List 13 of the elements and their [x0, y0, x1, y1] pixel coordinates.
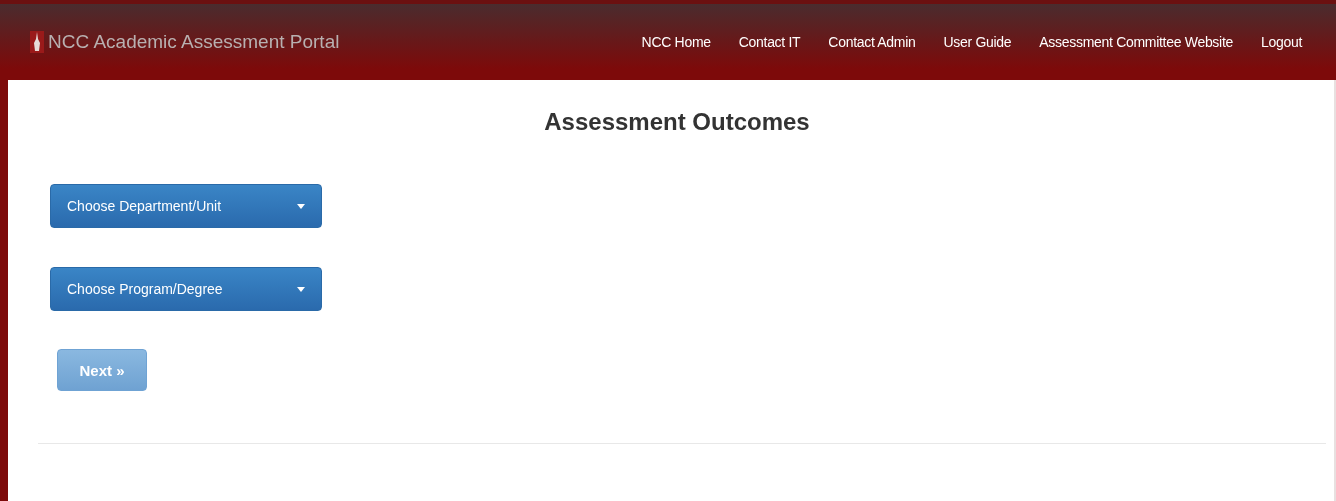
nav-link[interactable]: Contact IT [724, 26, 815, 58]
nav-link[interactable]: User Guide [929, 26, 1026, 58]
brand-link[interactable]: NCC Academic Assessment Portal [30, 31, 340, 53]
nav-link[interactable]: NCC Home [627, 26, 725, 58]
nav-link[interactable]: Contact Admin [814, 26, 930, 58]
dropdown-button[interactable]: Choose Program/Degree [50, 267, 322, 311]
nav-link[interactable]: Logout [1246, 26, 1316, 58]
caret-icon [297, 203, 305, 209]
tower-icon [30, 31, 44, 53]
dropdown-button[interactable]: Choose Department/Unit [50, 184, 322, 228]
nav-link[interactable]: Assessment Committee Website [1025, 26, 1247, 58]
page-title: Assessment Outcomes [543, 108, 811, 136]
caret-icon [297, 286, 305, 292]
